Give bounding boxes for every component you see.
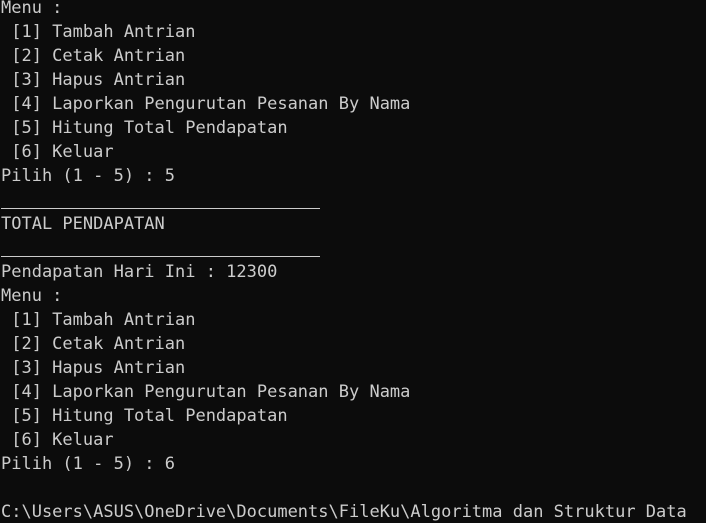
menu-item-laporkan-pengurutan: [4] Laporkan Pengurutan Pesanan By Nama (1, 382, 411, 402)
choice-prompt: Pilih (1 - 5) : 6 (1, 454, 175, 474)
menu-item-tambah-antrian: [1] Tambah Antrian (1, 310, 196, 330)
menu-item-hapus-antrian: [3] Hapus Antrian (1, 70, 186, 90)
menu-item-cetak-antrian: [2] Cetak Antrian (1, 46, 186, 66)
separator-line (1, 236, 706, 260)
console-window[interactable]: Menu : [1] Tambah Antrian [2] Cetak Antr… (0, 0, 706, 523)
menu-item-keluar: [6] Keluar (1, 430, 114, 450)
menu-item-tambah-antrian: [1] Tambah Antrian (1, 22, 196, 42)
choice-prompt: Pilih (1 - 5) : 5 (1, 166, 175, 186)
console-output: Menu : [1] Tambah Antrian [2] Cetak Antr… (1, 0, 706, 523)
menu-item-hitung-total: [5] Hitung Total Pendapatan (1, 118, 288, 138)
menu-item-cetak-antrian: [2] Cetak Antrian (1, 334, 186, 354)
menu-item-keluar: [6] Keluar (1, 142, 114, 162)
shell-prompt: C:\Users\ASUS\OneDrive\Documents\FileKu\… (1, 502, 687, 522)
menu-title: Menu : (1, 0, 63, 18)
menu-item-laporkan-pengurutan: [4] Laporkan Pengurutan Pesanan By Nama (1, 94, 411, 114)
menu-item-hapus-antrian: [3] Hapus Antrian (1, 358, 186, 378)
report-heading: TOTAL PENDAPATAN (1, 214, 165, 234)
menu-title: Menu : (1, 286, 63, 306)
separator-line (1, 188, 706, 212)
menu-item-hitung-total: [5] Hitung Total Pendapatan (1, 406, 288, 426)
income-result: Pendapatan Hari Ini : 12300 (1, 262, 278, 282)
